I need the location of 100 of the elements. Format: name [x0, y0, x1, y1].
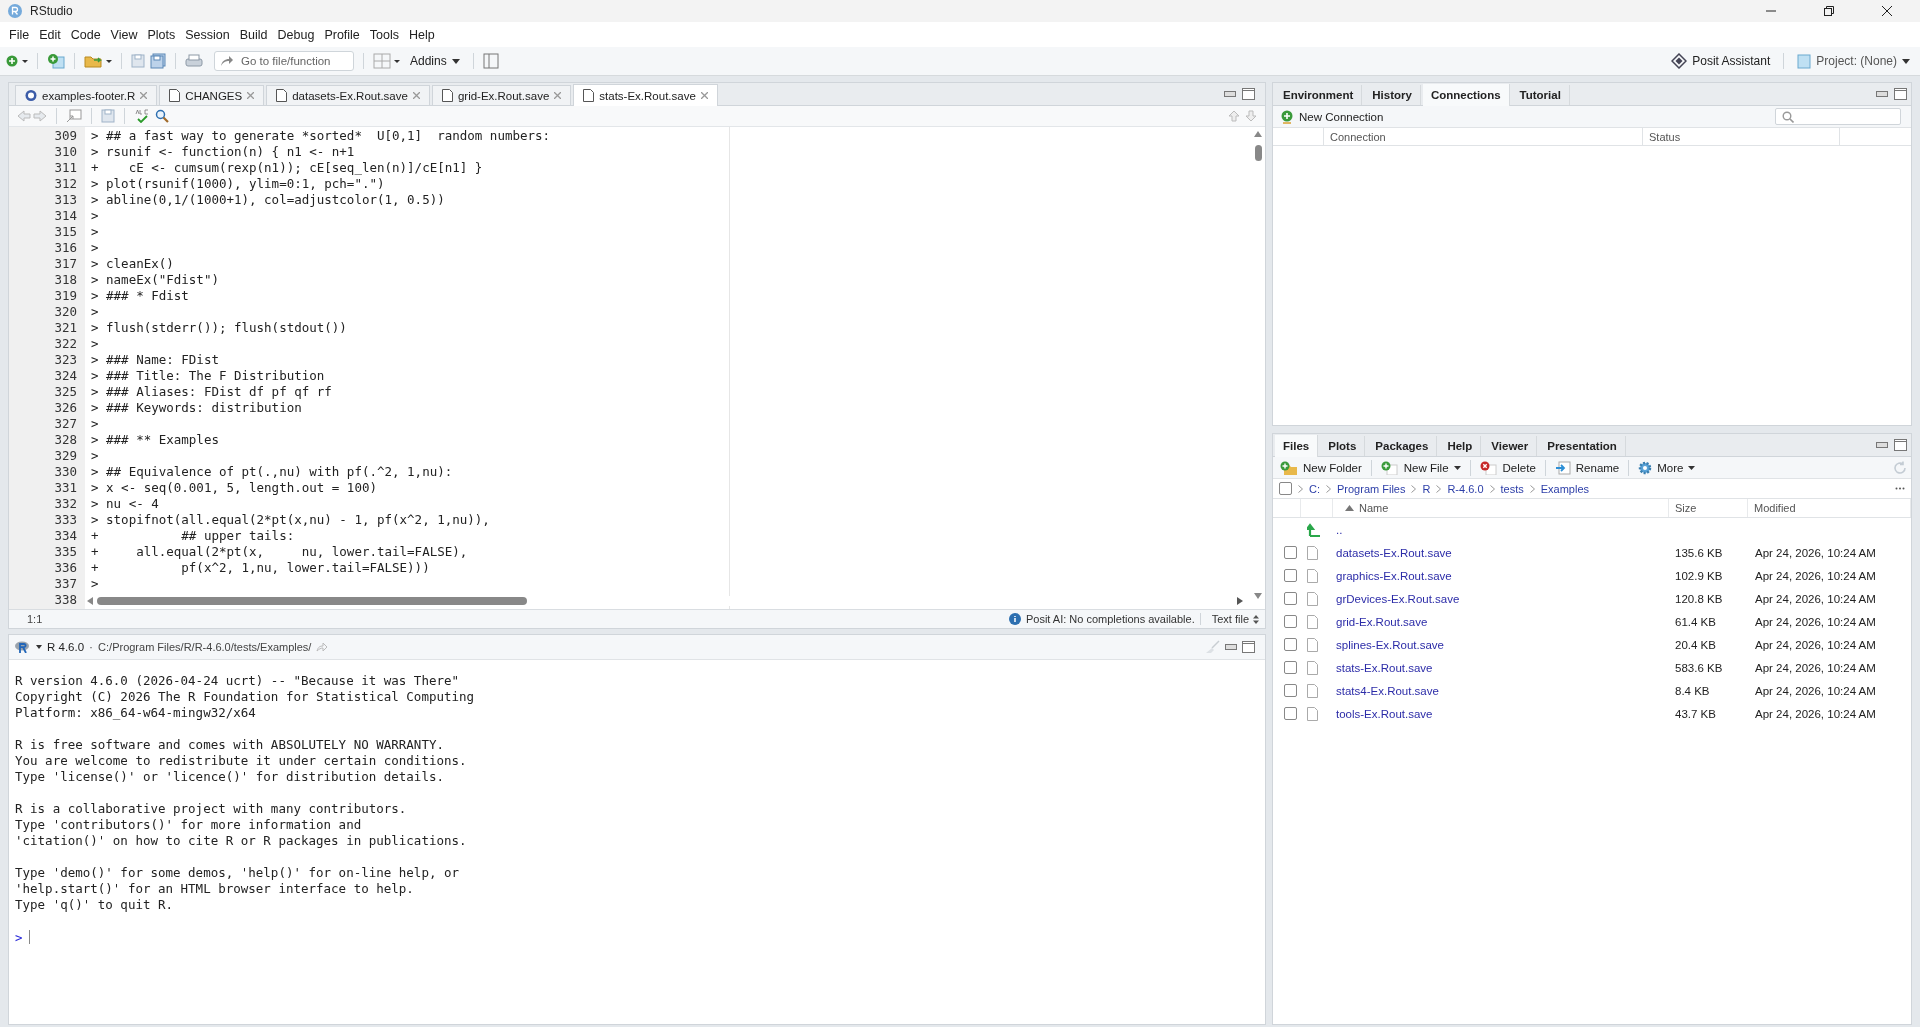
file-type-selector[interactable]: Text file: [1205, 613, 1265, 625]
pane-tab[interactable]: Connections: [1422, 84, 1510, 106]
maximize-pane-icon[interactable]: [1894, 88, 1907, 100]
scroll-down-icon[interactable]: [1254, 593, 1262, 599]
file-link[interactable]: grDevices-Ex.Rout.save: [1336, 592, 1460, 605]
editor-tab[interactable]: CHANGES: [159, 85, 265, 105]
minimize-pane-icon[interactable]: [1876, 91, 1888, 97]
menu-item[interactable]: View: [105, 27, 143, 42]
editor-tab[interactable]: grid-Ex.Rout.save: [431, 85, 572, 105]
code-line: > x <- seq(0.001, 5, length.out = 100): [91, 480, 377, 495]
save-icon[interactable]: [101, 109, 115, 123]
new-project-icon[interactable]: [47, 53, 65, 69]
maximize-pane-icon[interactable]: [1894, 439, 1907, 451]
scroll-left-icon[interactable]: [87, 597, 93, 605]
maximize-pane-icon[interactable]: [1242, 88, 1255, 100]
file-checkbox[interactable]: [1283, 707, 1297, 720]
new-connection-button[interactable]: New Connection: [1277, 108, 1387, 125]
posit-assistant-button[interactable]: Posit Assistant: [1667, 51, 1775, 71]
down-arrow-icon[interactable]: [1245, 110, 1257, 122]
up-arrow-icon[interactable]: [1228, 110, 1240, 122]
breadcrumb-link[interactable]: R: [1422, 482, 1431, 495]
column-header[interactable]: Modified: [1748, 499, 1911, 517]
menu-item[interactable]: Code: [65, 27, 106, 42]
file-link[interactable]: stats4-Ex.Rout.save: [1336, 684, 1439, 697]
file-action-button[interactable]: More: [1635, 459, 1699, 476]
code-line: > ## a fast way to generate *sorted* U[0,1] random numbers:: [91, 128, 551, 143]
file-action-button[interactable]: Delete: [1476, 459, 1539, 476]
close-icon[interactable]: [1882, 6, 1892, 16]
breadcrumb-link[interactable]: tests: [1500, 482, 1524, 495]
pane-tab[interactable]: Files: [1275, 435, 1319, 457]
grid-icon[interactable]: [373, 53, 401, 69]
file-checkbox[interactable]: [1283, 661, 1297, 674]
menu-item[interactable]: File: [4, 27, 35, 42]
project-menu-button[interactable]: Project: (None): [1793, 51, 1914, 71]
spellcheck-icon[interactable]: [134, 109, 150, 123]
code-line: + pf(x^2, 1,nu, lower.tail=FALSE))): [91, 560, 430, 575]
code-line: > ## Equivalence of pt(.,nu) with pf(.^2, 1,nu):: [91, 464, 453, 479]
menu-item[interactable]: Help: [404, 27, 440, 42]
addins-button[interactable]: Addins: [406, 52, 464, 70]
editor-tab[interactable]: datasets-Ex.Rout.save: [266, 85, 430, 105]
arrow-icon[interactable]: [316, 642, 329, 652]
go-to-file-field[interactable]: Go to file/function: [214, 51, 354, 71]
column-header[interactable]: Status: [1649, 130, 1681, 143]
file-link[interactable]: datasets-Ex.Rout.save: [1336, 546, 1452, 559]
file-link[interactable]: tools-Ex.Rout.save: [1336, 707, 1433, 720]
file-checkbox[interactable]: [1283, 592, 1297, 605]
save-icon[interactable]: [131, 54, 145, 68]
file-action-button[interactable]: Rename: [1551, 459, 1623, 476]
select-all-checkbox[interactable]: [1279, 482, 1292, 495]
file-link[interactable]: stats-Ex.Rout.save: [1336, 661, 1433, 674]
scroll-up-icon[interactable]: [1254, 131, 1262, 137]
file-checkbox[interactable]: [1283, 638, 1297, 651]
search-field[interactable]: [1775, 108, 1901, 125]
r-logo-icon[interactable]: [15, 641, 31, 653]
file-link[interactable]: graphics-Ex.Rout.save: [1336, 569, 1452, 582]
column-header[interactable]: Name: [1333, 499, 1669, 517]
layout-icon[interactable]: [482, 53, 499, 69]
file-checkbox[interactable]: [1283, 684, 1297, 697]
file-link[interactable]: grid-Ex.Rout.save: [1336, 615, 1428, 628]
caret-icon[interactable]: [36, 645, 42, 649]
menu-item[interactable]: Edit: [34, 27, 66, 42]
minimize-pane-icon[interactable]: [1876, 442, 1888, 448]
file-link[interactable]: splines-Ex.Rout.save: [1336, 638, 1445, 651]
editor-tab[interactable]: stats-Ex.Rout.save: [573, 84, 718, 106]
column-header[interactable]: Connection: [1330, 130, 1386, 143]
file-checkbox[interactable]: [1283, 615, 1297, 628]
breadcrumb-link[interactable]: Examples: [1540, 482, 1590, 495]
file-action-button[interactable]: New File: [1377, 459, 1464, 476]
menu-item[interactable]: Plots: [142, 27, 181, 42]
restore-icon[interactable]: [1824, 6, 1834, 16]
editor-tab[interactable]: examples-footer.R: [15, 85, 158, 105]
show-in-window-icon[interactable]: [66, 109, 82, 123]
file-action-button[interactable]: New Folder: [1277, 459, 1365, 476]
column-header[interactable]: Size: [1669, 499, 1748, 517]
menu-item[interactable]: Build: [234, 27, 273, 42]
up-level-icon[interactable]: [1307, 522, 1321, 537]
print-icon[interactable]: [185, 54, 203, 68]
file-checkbox[interactable]: [1283, 569, 1297, 582]
breadcrumb-link[interactable]: C:: [1309, 482, 1320, 495]
more-icon[interactable]: [1895, 487, 1905, 490]
back-forward-icon[interactable]: [17, 110, 47, 122]
breadcrumb-link[interactable]: R-4.6.0: [1447, 482, 1484, 495]
scroll-right-icon[interactable]: [1237, 597, 1243, 605]
minimize-pane-icon[interactable]: [1224, 91, 1236, 97]
scrollbar-thumb[interactable]: [1254, 145, 1262, 161]
minimize-pane-icon[interactable]: [1225, 644, 1237, 650]
parent-directory-link[interactable]: ..: [1336, 523, 1343, 536]
file-checkbox[interactable]: [1283, 546, 1297, 559]
new-file-icon[interactable]: [6, 54, 28, 68]
open-folder-icon[interactable]: [84, 54, 112, 68]
breadcrumb-link[interactable]: Program Files: [1337, 482, 1406, 495]
menu-item[interactable]: Session: [180, 27, 235, 42]
menu-item[interactable]: Tools: [364, 27, 404, 42]
console-output-line: R is free software and comes with ABSOLUTELY NO WARRANTY.: [15, 737, 445, 753]
scrollbar-thumb[interactable]: [97, 597, 527, 605]
search-icon[interactable]: [155, 109, 169, 123]
save-all-icon[interactable]: [150, 53, 166, 69]
menu-item[interactable]: Debug: [272, 27, 320, 42]
maximize-pane-icon[interactable]: [1242, 641, 1255, 653]
menu-item[interactable]: Profile: [319, 27, 365, 42]
